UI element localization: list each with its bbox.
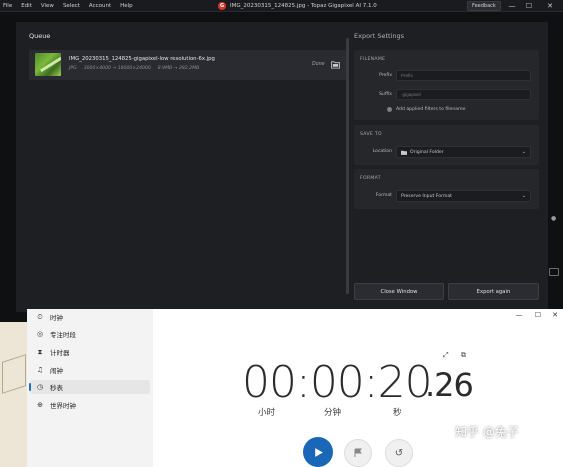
menu-account[interactable]: Account [89, 3, 111, 9]
reset-button[interactable]: ↺ [385, 439, 413, 467]
nav-item-clock[interactable]: ⏲ 时钟 [30, 310, 150, 324]
suffix-input[interactable] [396, 89, 531, 100]
filename-heading: FILENAME [360, 57, 386, 62]
location-select[interactable]: Original Folder ⌄ [396, 146, 531, 158]
expand-icon[interactable]: ⤢ [443, 351, 449, 360]
format-heading: FORMAT [360, 176, 381, 181]
alarm-icon: ⏲ [37, 312, 43, 321]
compact-overlay-icon[interactable]: ⧉ [461, 351, 466, 360]
queue-item-size: 8.9MB → 282.2MB [157, 66, 200, 71]
nav-item-alarm[interactable]: ♫ 闹钟 [30, 363, 150, 377]
play-icon [314, 447, 323, 457]
clock-app-window: ⏲ 时钟 ◎ 专注时段 ⧗ 计时器 ♫ 闹钟 ◷ 秒表 ⊕ 世界时钟 — ☐ ✕… [27, 309, 563, 467]
feedback-button[interactable]: Feedback [467, 1, 501, 11]
format-value: Preserve Input Format [401, 193, 452, 199]
queue-item-dimensions: 3000×4000 → 18000×24000 [83, 66, 151, 71]
open-folder-icon[interactable] [331, 60, 340, 69]
close-window-button[interactable]: ✕ [543, 0, 557, 12]
applied-filters-label: Add applied filters to filename [396, 107, 466, 112]
nav-item-world-clock[interactable]: ⊕ 世界时钟 [30, 398, 150, 412]
window-title-text: IMG_20230315_124825.jpg - Topaz Gigapixe… [230, 3, 377, 9]
topaz-logo-icon: G [218, 2, 226, 10]
menu-bar: File Edit View Select Account Help [3, 0, 133, 12]
format-panel: FORMAT Format Preserve Input Format ⌄ [354, 169, 539, 209]
export-dialog: Queue IMG_20230315_124825-gigapixel-low … [16, 22, 548, 312]
maximize-button[interactable]: ☐ [522, 0, 536, 12]
chevron-down-icon: ⌄ [521, 149, 526, 155]
save-to-heading: SAVE TO [360, 132, 382, 137]
queue-item-filename: IMG_20230315_124825-gigapixel-low resolu… [69, 56, 215, 62]
hourglass-icon: ⧗ [37, 347, 43, 356]
nav-label: 计时器 [50, 349, 70, 357]
queue-item-status: Done [312, 62, 325, 67]
close-window-button[interactable]: Close Window [354, 283, 444, 300]
background-window-strip [0, 322, 27, 467]
play-button[interactable] [303, 437, 333, 467]
minimize-button[interactable]: — [505, 0, 519, 12]
focus-icon: ◎ [36, 330, 44, 338]
prefix-input[interactable] [396, 70, 531, 81]
unit-seconds: 秒 [393, 408, 402, 418]
bell-icon: ♫ [36, 366, 44, 374]
stopwatch-fraction: .26 [425, 366, 474, 404]
nav-label: 世界时钟 [50, 402, 76, 410]
background-frame-icon [549, 268, 559, 276]
queue-heading: Queue [29, 32, 51, 40]
menu-help[interactable]: Help [120, 3, 133, 9]
nav-item-timer[interactable]: ⧗ 计时器 [30, 345, 150, 359]
background-dot-icon: ● [551, 215, 557, 222]
app-titlebar: File Edit View Select Account Help G IMG… [0, 0, 563, 12]
export-settings-heading: Export Settings [354, 32, 405, 40]
reset-icon: ↺ [394, 447, 404, 459]
watermark: 知乎 @兔子 [455, 425, 519, 439]
nav-label: 时钟 [50, 314, 63, 322]
flag-icon [354, 448, 362, 457]
nav-item-focus[interactable]: ◎ 专注时段 [30, 327, 150, 341]
globe-icon: ⊕ [37, 401, 43, 409]
menu-edit[interactable]: Edit [21, 3, 32, 9]
nav-item-stopwatch[interactable]: ◷ 秒表 [29, 380, 150, 394]
stopwatch-time: 00:00:20 [242, 357, 433, 408]
suffix-label: Suffix [379, 92, 392, 97]
folder-icon [401, 150, 407, 155]
export-again-button[interactable]: Export again [448, 283, 539, 300]
lap-button[interactable] [344, 439, 372, 467]
nav-label: 秒表 [50, 384, 63, 392]
image-thumbnail [35, 53, 61, 76]
queue-scrollbar[interactable] [346, 38, 349, 294]
save-to-panel: SAVE TO Location Original Folder ⌄ [354, 125, 539, 165]
unit-minutes: 分钟 [324, 408, 342, 418]
chevron-down-icon: ⌄ [521, 193, 526, 199]
queue-item[interactable]: IMG_20230315_124825-gigapixel-low resolu… [29, 50, 346, 80]
location-label: Location [372, 149, 392, 154]
queue-item-format: JPG [69, 66, 77, 71]
stopwatch-icon: ◷ [36, 383, 44, 391]
filename-panel: FILENAME Prefix Suffix Add applied filte… [354, 50, 539, 120]
location-value: Original Folder [410, 149, 444, 155]
applied-filters-checkbox[interactable] [387, 107, 392, 112]
clock-minimize-button[interactable]: — [513, 311, 525, 319]
nav-label: 专注时段 [50, 331, 76, 339]
clock-sidebar: ⏲ 时钟 ◎ 专注时段 ⧗ 计时器 ♫ 闹钟 ◷ 秒表 ⊕ 世界时钟 [27, 309, 153, 467]
window-title: G IMG_20230315_124825.jpg - Topaz Gigapi… [218, 0, 377, 12]
menu-select[interactable]: Select [63, 3, 80, 9]
nav-label: 闹钟 [50, 367, 63, 375]
prefix-label: Prefix [379, 73, 392, 78]
clock-close-button[interactable]: ✕ [549, 311, 561, 319]
menu-file[interactable]: File [3, 3, 12, 9]
unit-hours: 小时 [258, 408, 276, 418]
format-label: Format [375, 193, 392, 198]
format-select[interactable]: Preserve Input Format ⌄ [396, 190, 531, 202]
menu-view[interactable]: View [41, 3, 54, 9]
clock-maximize-button[interactable]: ☐ [532, 311, 544, 319]
queue-item-meta: JPG 3000×4000 → 18000×24000 8.9MB → 282.… [69, 66, 199, 71]
